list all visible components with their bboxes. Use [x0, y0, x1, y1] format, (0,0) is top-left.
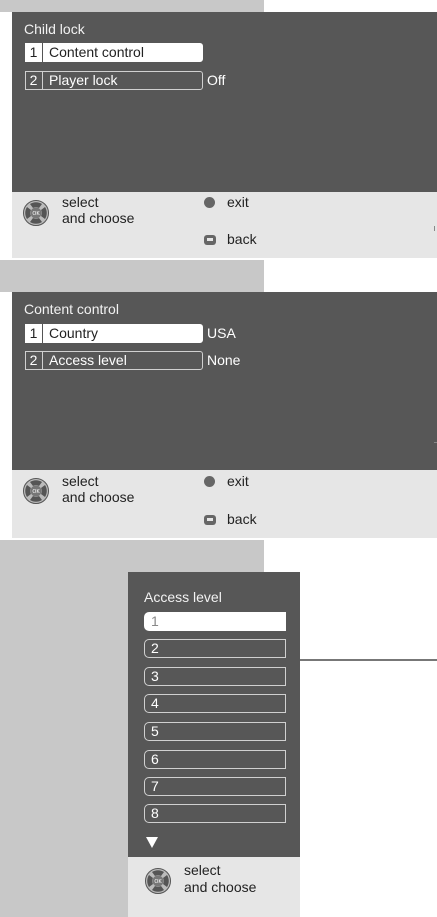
- menu-title: Child lock: [24, 21, 85, 37]
- access-level-option-3[interactable]: 3: [144, 667, 286, 686]
- item-label: Country: [49, 325, 99, 341]
- exit-label: exit: [227, 194, 249, 210]
- item-number: 2: [25, 71, 43, 90]
- child-lock-footer: OK select and choose exit back: [12, 192, 437, 258]
- menu-item-country[interactable]: 1 Country USA: [25, 324, 425, 345]
- menu-title: Access level: [144, 589, 222, 605]
- back-icon: [204, 235, 216, 245]
- menu-item-player-lock[interactable]: 2 Player lock Off: [25, 71, 425, 92]
- item-number: 2: [25, 351, 43, 370]
- access-level-option-2[interactable]: 2: [144, 639, 286, 658]
- item-label: Player lock: [49, 72, 118, 88]
- choose-label: and choose: [184, 879, 257, 895]
- item-value: Off: [207, 72, 226, 88]
- option-label: 5: [151, 723, 159, 739]
- ok-navigation-icon: OK: [23, 478, 49, 504]
- item-number: 1: [25, 324, 43, 343]
- choose-label: and choose: [62, 489, 135, 505]
- option-label: 7: [151, 778, 159, 794]
- item-number: 1: [25, 43, 43, 62]
- svg-text:OK: OK: [32, 211, 40, 217]
- exit-label: exit: [227, 473, 249, 489]
- back-icon: [204, 515, 216, 525]
- option-label: 8: [151, 805, 159, 821]
- access-level-option-7[interactable]: 7: [144, 777, 286, 796]
- child-lock-menu: Child lock 1 Content control 2 Player lo…: [12, 12, 437, 192]
- access-level-option-8[interactable]: 8: [144, 804, 286, 823]
- back-label: back: [227, 231, 257, 247]
- select-label: select: [62, 194, 99, 210]
- svg-text:OK: OK: [32, 489, 40, 495]
- ok-navigation-icon: OK: [23, 200, 49, 226]
- option-label: 3: [151, 668, 159, 684]
- access-level-option-1[interactable]: 1: [144, 612, 286, 631]
- info-icon: [204, 197, 215, 208]
- option-label: 6: [151, 751, 159, 767]
- item-value: None: [207, 352, 241, 368]
- svg-text:OK: OK: [154, 879, 162, 885]
- select-label: select: [184, 862, 221, 878]
- choose-label: and choose: [62, 210, 135, 226]
- connector-line: [300, 659, 437, 661]
- content-control-footer: OK select and choose exit back: [12, 470, 437, 538]
- content-control-menu: Content control 1 Country USA 2 Access l…: [12, 292, 437, 470]
- option-label: 1: [151, 613, 159, 629]
- select-label: select: [62, 473, 99, 489]
- ok-navigation-icon: OK: [145, 868, 171, 894]
- access-level-option-4[interactable]: 4: [144, 694, 286, 713]
- edge-tick: [434, 226, 435, 231]
- item-label: Access level: [49, 352, 127, 368]
- option-label: 4: [151, 695, 159, 711]
- scroll-down-arrow-icon[interactable]: [146, 837, 158, 848]
- access-level-option-5[interactable]: 5: [144, 722, 286, 741]
- background-strip-top: [0, 0, 264, 12]
- item-value: USA: [207, 325, 236, 341]
- menu-title: Content control: [24, 301, 119, 317]
- access-level-footer: OK select and choose: [128, 857, 300, 917]
- menu-item-access-level[interactable]: 2 Access level None: [25, 351, 425, 372]
- option-label: 2: [151, 640, 159, 656]
- item-label: Content control: [49, 44, 144, 60]
- back-label: back: [227, 511, 257, 527]
- background-strip-middle: [0, 260, 264, 292]
- info-icon: [204, 476, 215, 487]
- access-level-option-6[interactable]: 6: [144, 750, 286, 769]
- access-level-menu: Access level 1 2 3 4 5 6 7 8: [128, 572, 300, 857]
- menu-item-content-control[interactable]: 1 Content control: [25, 43, 425, 64]
